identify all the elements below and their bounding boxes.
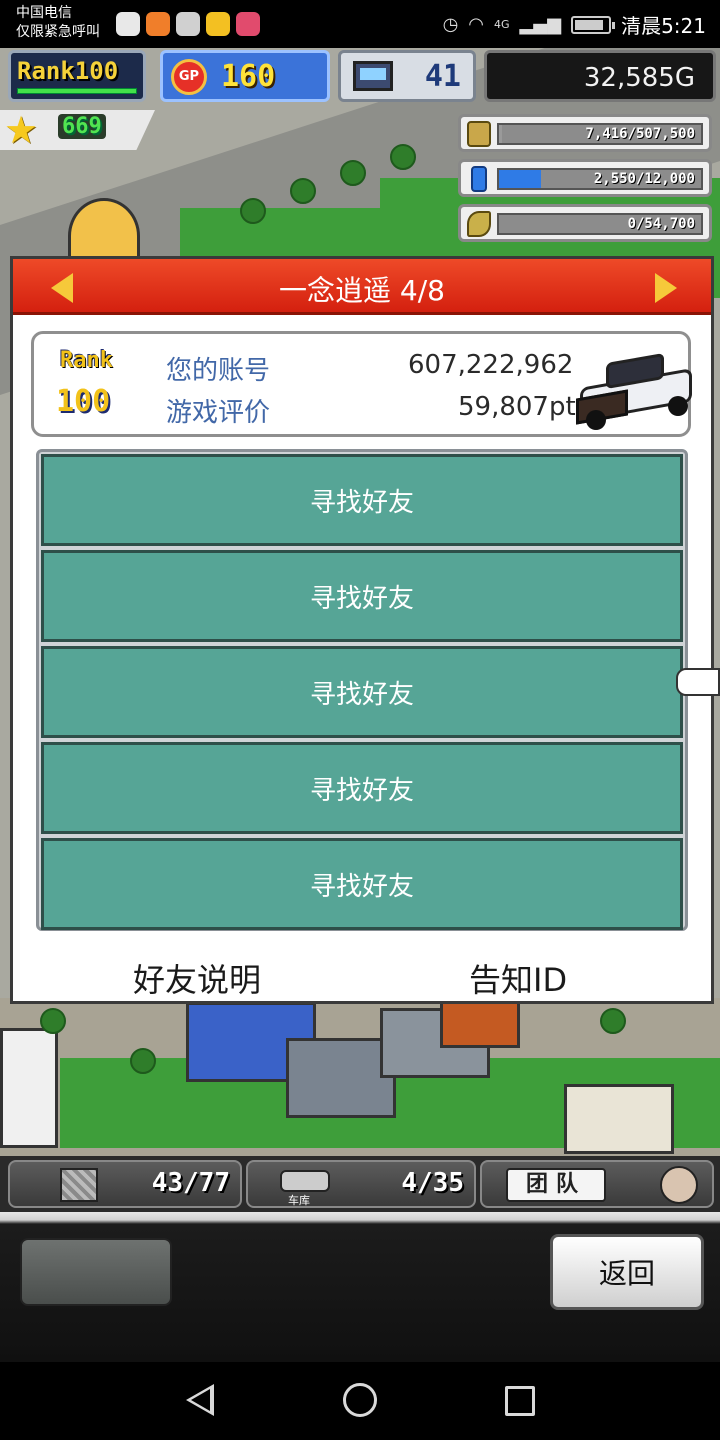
rating-value: 59,807pt bbox=[458, 392, 576, 422]
water-bottle-icon bbox=[471, 166, 487, 192]
coins-progress-fill bbox=[499, 125, 503, 143]
store-app-icon bbox=[206, 12, 230, 36]
storage-panel[interactable]: 43/77 bbox=[8, 1160, 242, 1208]
garage-icon: 车库 bbox=[280, 1166, 330, 1207]
profile-rank-label: Rank bbox=[60, 348, 113, 373]
player-profile-card: Rank 100 您的账号 游戏评价 607,222,962 59,807pt bbox=[31, 331, 692, 437]
find-friend-label: 寻找好友 bbox=[309, 775, 414, 806]
gp-coin-icon: GP bbox=[171, 59, 207, 95]
network-type: 4G bbox=[494, 18, 510, 31]
gold-value: 32,585G bbox=[583, 63, 695, 93]
water-progress: 2,550/12,000 bbox=[497, 168, 703, 190]
pointing-hand-icon bbox=[676, 668, 720, 696]
computer-icon bbox=[353, 61, 393, 91]
gp-value: 160 bbox=[221, 59, 276, 94]
find-friend-label: 寻找好友 bbox=[309, 679, 414, 710]
crate-icon bbox=[60, 1168, 98, 1202]
tree bbox=[390, 144, 416, 170]
rank-label: Rank100 bbox=[17, 57, 119, 85]
notify-id-button[interactable]: 告知ID bbox=[469, 955, 567, 1001]
tree bbox=[240, 198, 266, 224]
wheat-resource[interactable]: 0/54,700 bbox=[458, 204, 712, 242]
water-progress-fill bbox=[499, 170, 542, 188]
friend-dialog: 一念逍遥 4/8 Rank 100 您的账号 游戏评价 607,222,962 … bbox=[10, 256, 714, 1004]
team-panel[interactable]: 团队 bbox=[480, 1160, 714, 1208]
gold-panel[interactable]: 32,585G bbox=[484, 50, 716, 102]
emergency-only-text: 仅限紧急呼叫 bbox=[16, 24, 100, 40]
tree bbox=[130, 1048, 156, 1074]
friend-info-button[interactable]: 好友说明 bbox=[133, 955, 261, 1001]
gp-panel[interactable]: GP 160 bbox=[160, 50, 330, 102]
tree bbox=[340, 160, 366, 186]
find-friend-button[interactable]: 寻找好友 bbox=[41, 646, 683, 738]
coins-icon bbox=[467, 121, 491, 147]
wechat-icon bbox=[176, 12, 200, 36]
white-building[interactable] bbox=[0, 1028, 58, 1148]
rating-label: 游戏评价 bbox=[166, 398, 271, 428]
browser-app-icon bbox=[116, 12, 140, 36]
wheat-icon bbox=[467, 211, 491, 237]
water-text: 2,550/12,000 bbox=[593, 171, 695, 187]
next-page-arrow-icon[interactable] bbox=[655, 273, 677, 303]
coins-text: 7,416/507,500 bbox=[585, 126, 695, 142]
garage-value: 4/35 bbox=[401, 1168, 464, 1198]
police-car-icon bbox=[572, 352, 700, 432]
storage-value: 43/77 bbox=[151, 1168, 230, 1198]
signal-icon: ▂▄▆ bbox=[519, 14, 562, 35]
dialog-title-bar: 一念逍遥 4/8 bbox=[13, 259, 711, 315]
orange-building[interactable] bbox=[440, 998, 520, 1048]
notification-icons bbox=[116, 12, 260, 36]
bottom-menu: 返回 bbox=[0, 1212, 720, 1362]
computer-panel[interactable]: 41 bbox=[338, 50, 476, 102]
carrier-name: 中国电信 bbox=[16, 5, 72, 21]
status-bar: 中国电信 仅限紧急呼叫 ◷ ◠ 4G ▂▄▆ 清晨5:21 bbox=[0, 0, 720, 48]
find-friend-button[interactable]: 寻找好友 bbox=[41, 838, 683, 930]
video-app-icon bbox=[236, 12, 260, 36]
wheat-text: 0/54,700 bbox=[627, 216, 695, 232]
nav-recent-apps-icon[interactable] bbox=[505, 1386, 535, 1416]
star-panel[interactable]: ★ 669 bbox=[0, 110, 155, 150]
nav-back-icon[interactable] bbox=[186, 1384, 214, 1416]
tree bbox=[600, 1008, 626, 1034]
coins-progress: 7,416/507,500 bbox=[497, 123, 703, 145]
navigation-bar bbox=[0, 1362, 720, 1440]
wheat-progress: 0/54,700 bbox=[497, 213, 703, 235]
nav-home-icon[interactable] bbox=[343, 1383, 377, 1417]
find-friend-button[interactable]: 寻找好友 bbox=[41, 742, 683, 834]
account-value: 607,222,962 bbox=[408, 350, 574, 380]
back-button[interactable]: 返回 bbox=[550, 1234, 704, 1310]
dialog-title: 一念逍遥 4/8 bbox=[279, 274, 445, 307]
find-friend-button[interactable]: 寻找好友 bbox=[41, 454, 683, 546]
bottom-status-bar: 43/77 车库 4/35 团队 bbox=[0, 1156, 720, 1212]
find-friend-button[interactable]: 寻找好友 bbox=[41, 550, 683, 642]
computer-value: 41 bbox=[424, 59, 461, 94]
find-friend-label: 寻找好友 bbox=[309, 583, 414, 614]
friend-slot-list: 寻找好友 寻找好友 寻找好友 寻找好友 寻找好友 bbox=[36, 449, 688, 931]
water-resource[interactable]: 2,550/12,000 bbox=[458, 159, 712, 197]
battery-icon bbox=[571, 15, 616, 34]
account-label: 您的账号 bbox=[166, 356, 271, 386]
carrier-info: 中国电信 仅限紧急呼叫 bbox=[16, 4, 100, 42]
alarm-icon: ◷ bbox=[442, 14, 459, 35]
rank-progress-bar bbox=[17, 88, 137, 94]
status-right: ◷ ◠ 4G ▂▄▆ 清晨5:21 bbox=[443, 10, 706, 39]
team-label: 团队 bbox=[506, 1168, 606, 1202]
star-icon: ★ bbox=[4, 108, 39, 152]
tree bbox=[290, 178, 316, 204]
find-friend-label: 寻找好友 bbox=[309, 871, 414, 902]
avatar bbox=[660, 1166, 698, 1204]
status-time: 清晨5:21 bbox=[621, 14, 706, 38]
find-friend-label: 寻找好友 bbox=[309, 487, 414, 518]
coins-resource[interactable]: 7,416/507,500 bbox=[458, 114, 712, 152]
game-app-icon bbox=[146, 12, 170, 36]
tree bbox=[40, 1008, 66, 1034]
star-value: 669 bbox=[58, 114, 106, 139]
garage-panel[interactable]: 车库 4/35 bbox=[246, 1160, 476, 1208]
profile-rank-value: 100 bbox=[56, 384, 111, 419]
wifi-icon: ◠ bbox=[468, 14, 485, 35]
garage-label: 车库 bbox=[288, 1194, 310, 1207]
rank-panel[interactable]: Rank100 bbox=[8, 50, 146, 102]
shop-building[interactable] bbox=[564, 1084, 674, 1154]
menu-slot-button[interactable] bbox=[20, 1238, 172, 1306]
